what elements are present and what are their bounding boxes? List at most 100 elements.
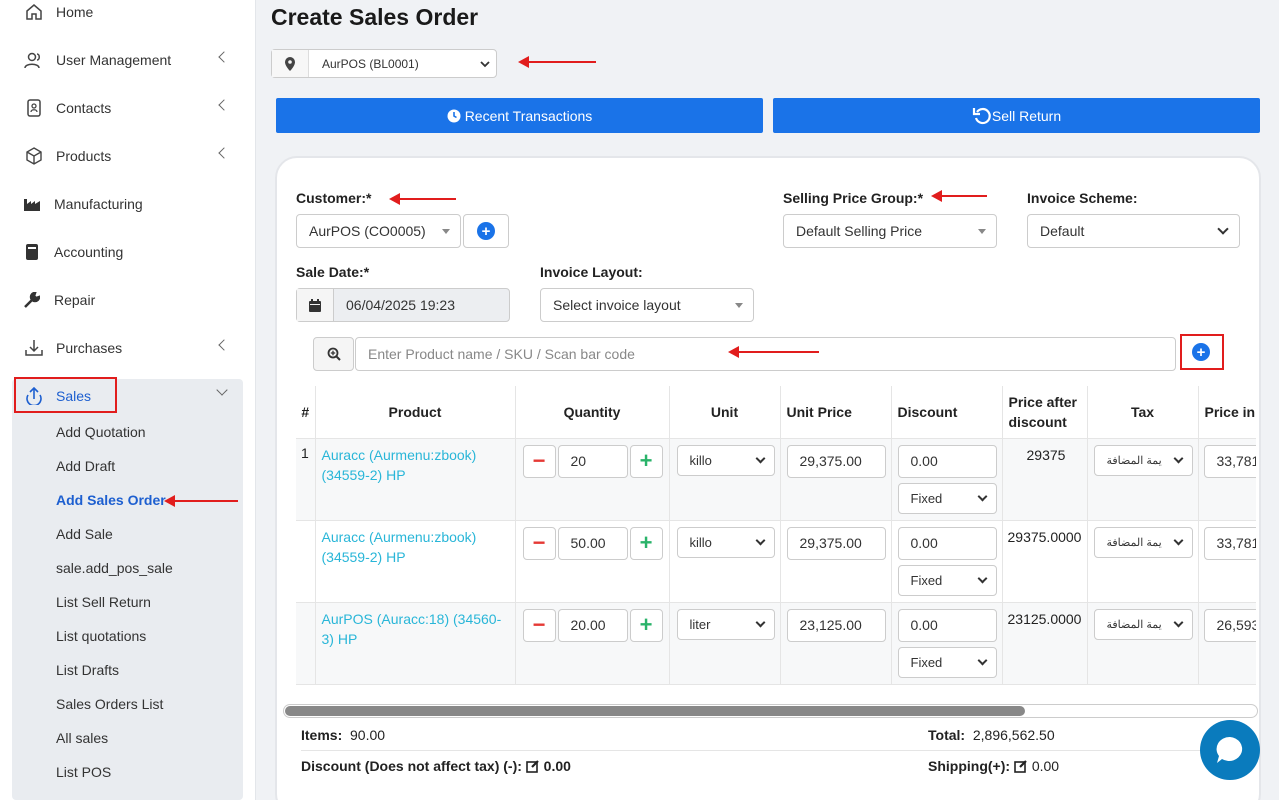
sidebar-item-contacts[interactable]: Contacts bbox=[0, 84, 256, 132]
annotation-arrow bbox=[389, 193, 456, 205]
users-icon bbox=[24, 50, 44, 70]
cube-icon bbox=[24, 146, 44, 166]
submenu-add-pos-sale[interactable]: sale.add_pos_sale bbox=[56, 560, 173, 576]
caret-down-icon bbox=[442, 228, 450, 234]
price-inc-tax-input[interactable]: 26,593 bbox=[1203, 608, 1256, 642]
submenu-add-sales-order[interactable]: Add Sales Order bbox=[56, 492, 166, 508]
quantity-input[interactable]: 20.00 bbox=[557, 608, 628, 642]
price-group-select[interactable]: Default Selling Price bbox=[783, 214, 997, 248]
total-summary: Total: 2,896,562.50 bbox=[928, 727, 1055, 743]
sidebar-item-repair[interactable]: Repair bbox=[0, 276, 256, 324]
sale-date-field[interactable]: 06/04/2025 19:23 bbox=[296, 288, 510, 322]
discount-type-select[interactable]: Fixed bbox=[897, 646, 997, 678]
tax-value: يمة المضافة bbox=[1106, 454, 1162, 467]
scrollbar-thumb[interactable] bbox=[285, 706, 1025, 716]
discount-value: 0.00 bbox=[543, 758, 571, 774]
location-select[interactable]: AurPOS (BL0001) bbox=[271, 49, 497, 78]
minus-icon[interactable]: − bbox=[522, 444, 556, 478]
submenu-add-quotation[interactable]: Add Quotation bbox=[56, 424, 146, 440]
price-inc-tax-input[interactable]: 33,781 bbox=[1203, 526, 1256, 560]
price-inc-tax-input[interactable]: 33,781 bbox=[1203, 444, 1256, 478]
chevron-down-icon bbox=[1173, 617, 1183, 627]
chevron-down-icon bbox=[755, 453, 765, 463]
chat-bubble-icon bbox=[1214, 734, 1246, 766]
quantity-input[interactable]: 20 bbox=[557, 444, 628, 478]
sidebar-item-accounting[interactable]: Accounting bbox=[0, 228, 256, 276]
price-group-value: Default Selling Price bbox=[796, 223, 923, 239]
chat-button[interactable] bbox=[1200, 720, 1260, 780]
sale-date-label: Sale Date:* bbox=[296, 264, 370, 280]
discount-input[interactable]: 0.00 bbox=[897, 526, 997, 560]
product-search-input[interactable]: Enter Product name / SKU / Scan bar code bbox=[355, 337, 1176, 371]
caret-down-icon bbox=[735, 302, 743, 308]
sidebar-item-user-management[interactable]: User Management bbox=[0, 36, 256, 84]
tax-select[interactable]: يمة المضافة bbox=[1093, 444, 1193, 476]
discount-type-select[interactable]: Fixed bbox=[897, 482, 997, 514]
discount-summary: Discount (Does not affect tax) (-): 0.00 bbox=[301, 758, 571, 776]
sale-date-value: 06/04/2025 19:23 bbox=[346, 297, 455, 313]
shipping-summary: Shipping(+): 0.00 bbox=[928, 758, 1059, 776]
product-link[interactable]: Auracc (Aurmenu:zbook) (34559-2) HP bbox=[316, 521, 515, 567]
sidebar-item-home[interactable]: Home bbox=[0, 0, 256, 36]
total-value: 2,896,562.50 bbox=[972, 727, 1055, 743]
annotation-arrow bbox=[931, 190, 987, 202]
chevron-down-icon bbox=[1173, 453, 1183, 463]
product-link[interactable]: AurPOS (Auracc:18) (34560-3) HP bbox=[316, 603, 515, 649]
row-number: 1 bbox=[301, 444, 309, 461]
sidebar-item-label: Manufacturing bbox=[54, 196, 143, 212]
chevron-down-icon bbox=[216, 384, 228, 396]
unit-price-input[interactable]: 29,375.00 bbox=[786, 526, 886, 560]
submenu-list-pos[interactable]: List POS bbox=[56, 764, 111, 780]
horizontal-scrollbar[interactable] bbox=[283, 704, 1258, 718]
submenu-list-sell-return[interactable]: List Sell Return bbox=[56, 594, 151, 610]
chevron-down-icon bbox=[977, 655, 987, 665]
sidebar-item-products[interactable]: Products bbox=[0, 132, 256, 180]
sidebar-item-purchases[interactable]: Purchases bbox=[0, 324, 256, 372]
sidebar-item-manufacturing[interactable]: Manufacturing bbox=[0, 180, 256, 228]
discount-type-select[interactable]: Fixed bbox=[897, 564, 997, 596]
submenu-list-drafts[interactable]: List Drafts bbox=[56, 662, 119, 678]
sidebar-item-label: Accounting bbox=[54, 244, 124, 260]
submenu-add-sale[interactable]: Add Sale bbox=[56, 526, 113, 542]
unit-select[interactable]: killo bbox=[676, 444, 775, 476]
add-product-button[interactable]: + bbox=[1192, 343, 1210, 361]
minus-icon[interactable]: − bbox=[522, 608, 556, 642]
chevron-down-icon bbox=[977, 491, 987, 501]
invoice-scheme-select[interactable]: Default bbox=[1027, 214, 1240, 248]
discount-input[interactable]: 0.00 bbox=[897, 608, 997, 642]
minus-icon[interactable]: − bbox=[522, 526, 556, 560]
home-icon bbox=[24, 2, 44, 22]
unit-price-input[interactable]: 23,125.00 bbox=[786, 608, 886, 642]
quantity-stepper: − 50.00 + bbox=[522, 526, 663, 560]
unit-select[interactable]: liter bbox=[676, 608, 775, 640]
plus-circle-icon: + bbox=[477, 222, 495, 240]
search-product-button[interactable] bbox=[313, 337, 354, 371]
tax-select[interactable]: يمة المضافة bbox=[1093, 608, 1193, 640]
unit-select[interactable]: killo bbox=[676, 526, 775, 558]
add-customer-button[interactable]: + bbox=[463, 214, 509, 248]
plus-icon[interactable]: + bbox=[629, 526, 663, 560]
customer-select[interactable]: AurPOS (CO0005) bbox=[296, 214, 461, 248]
submenu-add-draft[interactable]: Add Draft bbox=[56, 458, 115, 474]
quantity-input[interactable]: 50.00 bbox=[557, 526, 628, 560]
recent-transactions-button[interactable]: Recent Transactions bbox=[276, 98, 763, 133]
unit-price-input[interactable]: 29,375.00 bbox=[786, 444, 886, 478]
plus-circle-icon: + bbox=[1192, 343, 1210, 361]
submenu-all-sales[interactable]: All sales bbox=[56, 730, 108, 746]
sidebar: Home User Management Contacts Products M… bbox=[0, 0, 256, 800]
submenu-list-quotations[interactable]: List quotations bbox=[56, 628, 146, 644]
product-link[interactable]: Auracc (Aurmenu:zbook) (34559-2) HP bbox=[316, 439, 515, 485]
plus-icon[interactable]: + bbox=[629, 444, 663, 478]
edit-icon[interactable] bbox=[525, 759, 540, 776]
discount-type-value: Fixed bbox=[910, 490, 943, 506]
map-marker-icon bbox=[272, 50, 309, 77]
submenu-sales-orders-list[interactable]: Sales Orders List bbox=[56, 696, 163, 712]
discount-input[interactable]: 0.00 bbox=[897, 444, 997, 478]
invoice-layout-select[interactable]: Select invoice layout bbox=[540, 288, 754, 322]
page-title: Create Sales Order bbox=[271, 4, 479, 30]
sell-return-button[interactable]: Sell Return bbox=[773, 98, 1260, 133]
plus-icon[interactable]: + bbox=[629, 608, 663, 642]
tax-select[interactable]: يمة المضافة bbox=[1093, 526, 1193, 558]
contacts-icon bbox=[24, 98, 44, 118]
edit-icon[interactable] bbox=[1014, 759, 1028, 776]
